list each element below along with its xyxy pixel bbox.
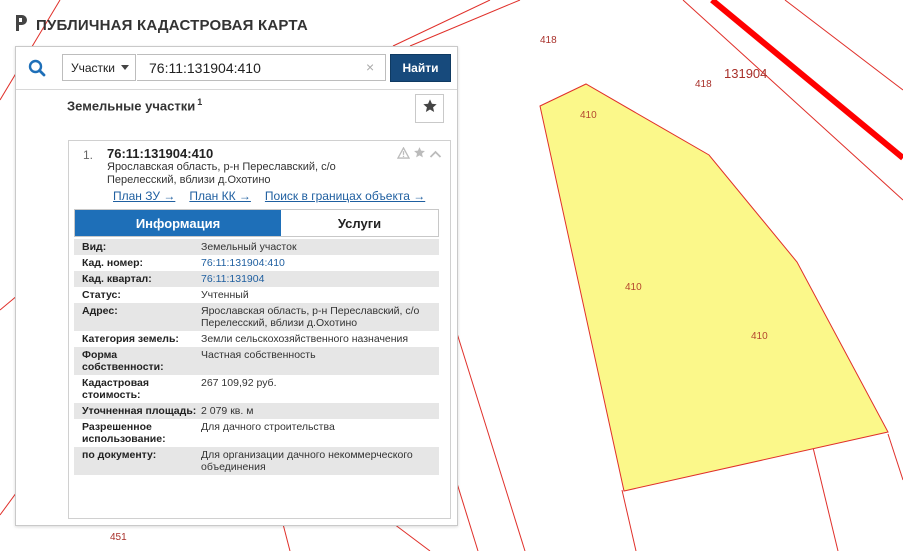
- result-cadastral-number[interactable]: 76:11:131904:410: [107, 146, 213, 161]
- attribute-row: Кадастровая стоимость: 267 109,92 руб.: [74, 375, 439, 403]
- attribute-label: по документу:: [74, 447, 201, 475]
- map-label-410-c: 410: [751, 331, 768, 342]
- tab-services[interactable]: Услуги: [281, 210, 438, 236]
- attribute-label: Статус:: [82, 289, 121, 301]
- attribute-row: Разрешенное использование: Для дачного с…: [74, 419, 439, 447]
- app-header: ПУБЛИЧНАЯ КАДАСТРОВАЯ КАРТА: [14, 14, 308, 37]
- cadastral-quarter-link[interactable]: 76:11:131904: [201, 273, 264, 285]
- attribute-row: Категория земель: Земли сельскохозяйстве…: [74, 331, 439, 347]
- attribute-value: Земли сельскохозяйственного назначения: [201, 333, 409, 345]
- search-panel: Участки × Найти Земельные участки1 1. 76…: [15, 46, 458, 526]
- plan-zu-link[interactable]: План ЗУ →: [113, 189, 175, 203]
- attributes-table: Вид: Земельный участок Кад. номер: 76:11…: [74, 239, 439, 475]
- result-tabs: Информация Услуги: [74, 209, 439, 237]
- attribute-row: Статус: Учтенный: [74, 287, 439, 303]
- object-type-select[interactable]: Участки: [62, 54, 136, 81]
- result-actions: [396, 146, 442, 164]
- app-title: ПУБЛИЧНАЯ КАДАСТРОВАЯ КАРТА: [36, 17, 308, 34]
- search-in-bounds-link[interactable]: Поиск в границах объекта →: [265, 189, 425, 203]
- attribute-row: Форма собственности: Частная собственнос…: [74, 347, 439, 375]
- attribute-row: Адрес: Ярославская область, р-н Переслав…: [74, 303, 439, 331]
- map-label-410-a: 410: [580, 110, 597, 121]
- plan-kk-link[interactable]: План КК →: [189, 189, 251, 203]
- results-title-label: Земельные участки: [67, 98, 196, 114]
- attribute-label: Уточненная площадь:: [74, 403, 201, 419]
- attribute-label: Форма собственности:: [74, 347, 201, 375]
- search-bar: Участки × Найти: [16, 47, 457, 90]
- attribute-row: Кад. квартал: 76:11:131904: [74, 271, 439, 287]
- selected-parcel-410[interactable]: [539, 83, 889, 492]
- results-count: 1: [197, 97, 203, 107]
- map-label-418-right: 418: [695, 79, 712, 90]
- attribute-label: Вид:: [74, 239, 201, 255]
- object-type-label: Участки: [71, 60, 115, 75]
- star-icon: [422, 98, 438, 119]
- search-icon[interactable]: [22, 53, 52, 83]
- attribute-label: Кад. номер:: [82, 257, 144, 269]
- cadastral-number-link[interactable]: 76:11:131904:410: [201, 257, 285, 269]
- attribute-row: Вид: Земельный участок: [74, 239, 439, 255]
- attribute-row: по документу: Для организации дачного не…: [74, 447, 439, 475]
- attribute-label: Разрешенное использование:: [82, 421, 166, 445]
- clear-icon[interactable]: ×: [366, 60, 374, 74]
- star-icon[interactable]: [413, 146, 426, 164]
- attribute-value: Для дачного строительства: [201, 421, 335, 433]
- result-index: 1.: [83, 148, 94, 162]
- attribute-value: 76:11:131904: [201, 271, 439, 287]
- tab-info[interactable]: Информация: [75, 210, 281, 236]
- result-address: Ярославская область, р-н Переславский, с…: [107, 161, 336, 186]
- map-label-451: 451: [110, 532, 127, 543]
- map-label-410-b: 410: [625, 282, 642, 293]
- search-input[interactable]: [137, 54, 386, 81]
- results-title: Земельные участки 1: [67, 97, 202, 113]
- chevron-up-icon[interactable]: [429, 146, 442, 164]
- attribute-value: 2 079 кв. м: [201, 403, 439, 419]
- attribute-value: Частная собственность: [201, 347, 439, 375]
- attribute-value: 76:11:131904:410: [201, 255, 439, 271]
- logo-icon: [14, 14, 28, 37]
- attribute-label: Адрес:: [74, 303, 201, 331]
- warning-icon[interactable]: [396, 146, 411, 164]
- chevron-down-icon: [121, 65, 129, 70]
- attribute-value: Земельный участок: [201, 239, 439, 255]
- result-card: 1. 76:11:131904:410 Ярославская область,…: [68, 140, 451, 519]
- attribute-label: Кад. квартал:: [74, 271, 201, 287]
- result-links: План ЗУ → План КК → Поиск в границах объ…: [113, 189, 425, 203]
- map-label-418-top: 418: [540, 35, 557, 46]
- map-label-quarter: 131904: [724, 66, 768, 81]
- attribute-value: Для организации дачного некоммерческого …: [201, 447, 439, 475]
- attribute-label: Кадастровая стоимость:: [82, 377, 149, 401]
- attribute-label: Категория земель:: [82, 333, 179, 345]
- attribute-value: Ярославская область, р-н Переславский, с…: [201, 303, 439, 331]
- attribute-row: Уточненная площадь: 2 079 кв. м: [74, 403, 439, 419]
- favorites-button[interactable]: [415, 94, 444, 123]
- attribute-value: 267 109,92 руб.: [201, 377, 277, 389]
- attribute-row: Кад. номер: 76:11:131904:410: [74, 255, 439, 271]
- find-button[interactable]: Найти: [390, 54, 451, 82]
- attribute-value: Учтенный: [201, 289, 249, 301]
